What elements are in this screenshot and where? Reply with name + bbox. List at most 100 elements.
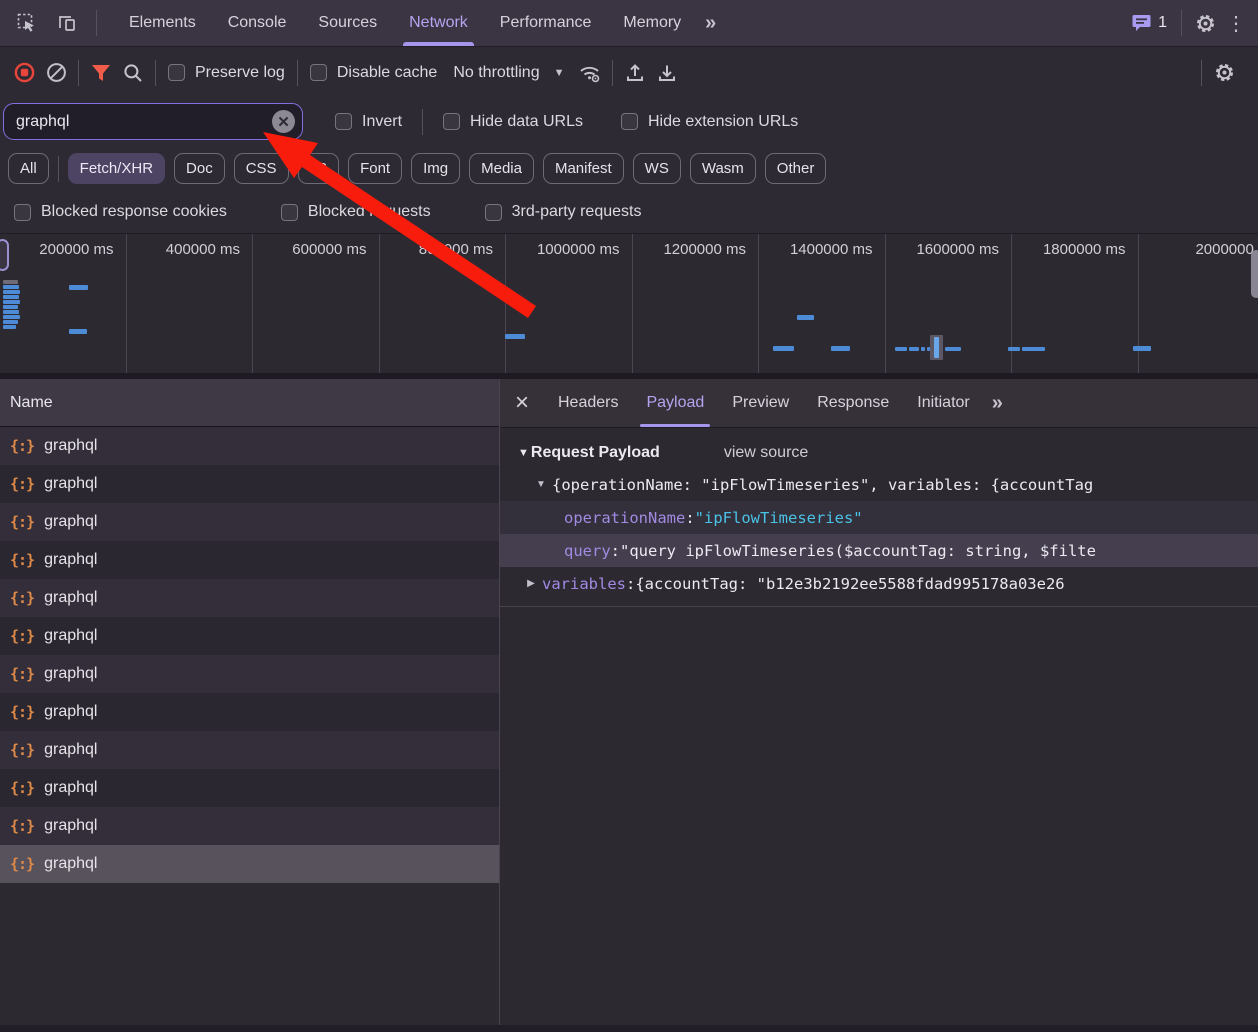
request-timeline-bar <box>3 320 18 324</box>
filter-chip-ws[interactable]: WS <box>633 153 681 184</box>
tab-console[interactable]: Console <box>212 0 303 46</box>
view-source-link[interactable]: view source <box>724 444 808 462</box>
filter-chip-wasm[interactable]: Wasm <box>690 153 756 184</box>
filter-chip-doc[interactable]: Doc <box>174 153 225 184</box>
checkbox[interactable] <box>443 113 460 130</box>
table-row[interactable]: {:}graphql <box>0 541 499 579</box>
payload-value: "ipFlowTimeseries" <box>695 509 863 527</box>
request-timeline-bar <box>3 290 20 294</box>
export-har-icon[interactable] <box>651 57 683 89</box>
network-conditions-icon[interactable] <box>574 57 606 89</box>
invert-checkbox[interactable]: Invert <box>329 113 408 131</box>
table-row[interactable]: {:}graphql <box>0 731 499 769</box>
details-tab-payload[interactable]: Payload <box>632 379 718 427</box>
checkbox[interactable] <box>310 64 327 81</box>
preserve-log-checkbox[interactable]: Preserve log <box>162 64 291 82</box>
details-tab-preview[interactable]: Preview <box>718 379 803 427</box>
expand-triangle-icon[interactable]: ▼ <box>530 479 552 490</box>
request-timeline-bar <box>3 295 19 299</box>
table-row[interactable]: {:}graphql <box>0 503 499 541</box>
filter-input[interactable] <box>4 113 302 131</box>
more-details-tabs-icon[interactable]: » <box>984 392 1011 415</box>
overview-scrollbar[interactable] <box>1251 250 1258 298</box>
devtools-tabbar: ElementsConsoleSourcesNetworkPerformance… <box>0 0 1258 47</box>
kebab-menu-icon[interactable]: ⋮ <box>1222 11 1250 36</box>
payload-row-variables[interactable]: ▶variables: {accountTag: "b12e3b2192ee55… <box>500 567 1258 600</box>
table-row[interactable]: {:}graphql <box>0 579 499 617</box>
disable-cache-checkbox[interactable]: Disable cache <box>304 64 444 82</box>
filter-chip-js[interactable]: JS <box>298 153 340 184</box>
tab-memory[interactable]: Memory <box>607 0 697 46</box>
hide-data-urls-checkbox[interactable]: Hide data URLs <box>437 113 589 131</box>
filter-chip-font[interactable]: Font <box>348 153 402 184</box>
inspect-element-icon[interactable] <box>10 7 44 39</box>
tab-elements[interactable]: Elements <box>113 0 212 46</box>
tab-sources[interactable]: Sources <box>302 0 393 46</box>
hide-extension-urls-checkbox[interactable]: Hide extension URLs <box>615 113 804 131</box>
filter-chip-media[interactable]: Media <box>469 153 534 184</box>
filter-chip-manifest[interactable]: Manifest <box>543 153 624 184</box>
timeline-tick-label: 600000 ms <box>292 241 366 258</box>
table-row[interactable]: {:}graphql <box>0 655 499 693</box>
checkbox[interactable] <box>14 204 31 221</box>
filter-chip-other[interactable]: Other <box>765 153 827 184</box>
search-icon[interactable] <box>117 57 149 89</box>
tab-network[interactable]: Network <box>393 0 484 46</box>
filter-chip-all[interactable]: All <box>8 153 49 184</box>
details-tab-initiator[interactable]: Initiator <box>903 379 983 427</box>
name-column-header[interactable]: Name <box>0 379 499 427</box>
details-tab-response[interactable]: Response <box>803 379 903 427</box>
network-overview-timeline[interactable]: 200000 ms400000 ms600000 ms800000 ms1000… <box>0 233 1258 379</box>
expand-triangle-icon[interactable]: ▶ <box>520 578 542 589</box>
request-timeline-bar <box>797 315 814 320</box>
table-row[interactable]: {:}graphql <box>0 617 499 655</box>
blocked-requests-checkbox[interactable]: Blocked requests <box>275 203 437 221</box>
collapse-triangle-icon[interactable]: ▼ <box>518 447 529 459</box>
more-tabs-icon[interactable]: » <box>697 12 724 35</box>
request-timeline-bar <box>3 315 20 319</box>
checkbox[interactable] <box>335 113 352 130</box>
checkbox[interactable] <box>168 64 185 81</box>
filter-chip-img[interactable]: Img <box>411 153 460 184</box>
filter-icon[interactable] <box>85 57 117 89</box>
table-row[interactable]: {:}graphql <box>0 427 499 465</box>
settings-gear-icon[interactable] <box>1188 7 1222 39</box>
request-timeline-bar <box>831 346 850 351</box>
request-payload-section[interactable]: ▼ Request Payload view source <box>500 428 1258 468</box>
table-row[interactable]: {:}graphql <box>0 693 499 731</box>
window-bottom-edge <box>0 1025 1258 1032</box>
filter-chip-css[interactable]: CSS <box>234 153 289 184</box>
hide-data-urls-label: Hide data URLs <box>470 113 583 131</box>
table-row[interactable]: {:}graphql <box>0 465 499 503</box>
3rd-party-requests-checkbox[interactable]: 3rd-party requests <box>479 203 648 221</box>
request-name: graphql <box>44 475 97 493</box>
checkbox[interactable] <box>281 204 298 221</box>
json-fetch-icon: {:} <box>10 437 34 455</box>
checkbox[interactable] <box>621 113 638 130</box>
record-button[interactable] <box>8 57 40 89</box>
clear-button[interactable] <box>40 57 72 89</box>
blocked-response-cookies-checkbox[interactable]: Blocked response cookies <box>8 203 233 221</box>
request-name: graphql <box>44 817 97 835</box>
table-row[interactable]: {:}graphql <box>0 845 499 883</box>
overview-handle[interactable] <box>0 239 9 271</box>
table-row[interactable]: {:}graphql <box>0 807 499 845</box>
table-row[interactable]: {:}graphql <box>0 769 499 807</box>
throttling-dropdown[interactable]: No throttling ▼ <box>443 64 574 82</box>
close-details-icon[interactable]: × <box>500 389 544 417</box>
details-tab-headers[interactable]: Headers <box>544 379 632 427</box>
timeline-column: 800000 ms <box>380 234 507 373</box>
issues-badge[interactable]: 1 <box>1124 14 1175 32</box>
filter-chip-fetch-xhr[interactable]: Fetch/XHR <box>68 153 165 184</box>
device-toolbar-icon[interactable] <box>50 7 84 39</box>
payload-preview-row[interactable]: ▼ {operationName: "ipFlowTimeseries", va… <box>500 468 1258 501</box>
import-har-icon[interactable] <box>619 57 651 89</box>
timeline-tick-label: 1200000 ms <box>663 241 746 258</box>
tab-performance[interactable]: Performance <box>484 0 608 46</box>
checkbox[interactable] <box>485 204 502 221</box>
payload-row-query[interactable]: query: "query ipFlowTimeseries($accountT… <box>500 534 1258 567</box>
request-timeline-bar <box>909 347 919 351</box>
payload-row-operationName[interactable]: operationName: "ipFlowTimeseries" <box>500 501 1258 534</box>
clear-filter-icon[interactable]: ✕ <box>272 110 295 133</box>
network-settings-gear-icon[interactable] <box>1208 57 1240 89</box>
